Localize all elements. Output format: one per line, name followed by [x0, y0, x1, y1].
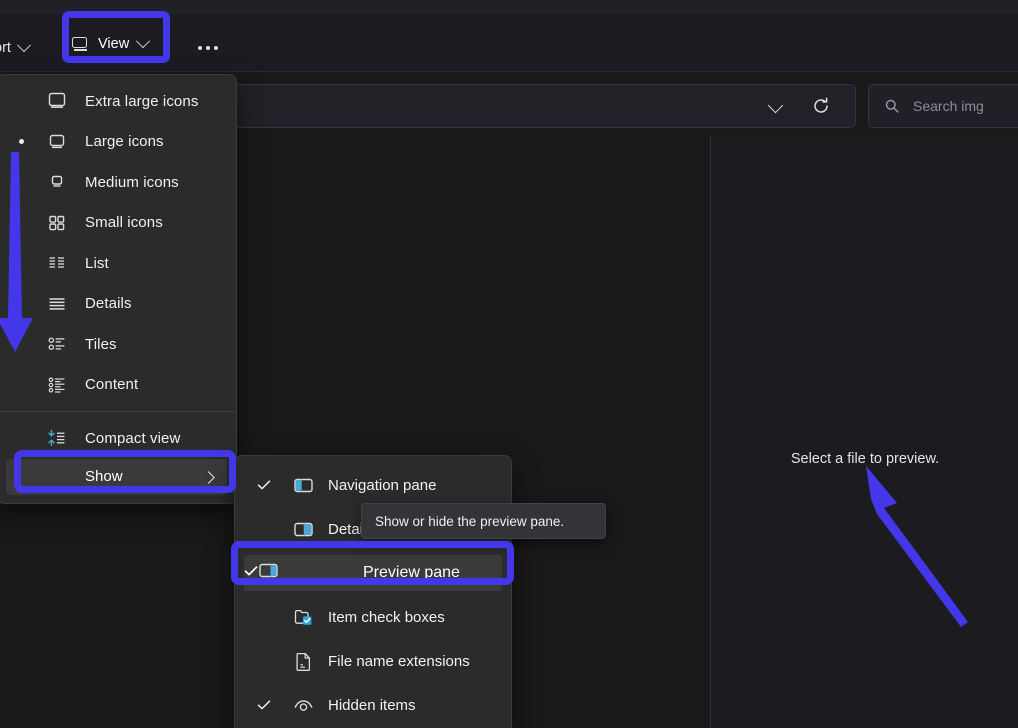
chevron-down-icon[interactable]: [768, 98, 784, 114]
preview-pane-icon: [258, 560, 279, 586]
selected-bullet-icon: [19, 139, 24, 144]
menu-item-compact-view[interactable]: Compact view: [0, 418, 236, 459]
menu-item-show[interactable]: Show: [6, 459, 227, 495]
menu-item-small-icons[interactable]: Small icons: [0, 203, 236, 244]
chevron-right-icon: [202, 471, 215, 484]
compact-view-icon: [47, 428, 67, 448]
search-box[interactable]: Search img: [868, 84, 1018, 128]
menu-item-label: List: [85, 255, 109, 272]
command-toolbar: ort View: [0, 14, 1018, 72]
chevron-down-icon: [136, 34, 150, 48]
file-name-extensions-icon: [293, 651, 314, 672]
check-icon: [244, 564, 258, 583]
medium-icons-icon: [47, 172, 67, 192]
view-dropdown-menu: Extra large icons Large icons Medium ico…: [0, 74, 237, 504]
hidden-items-icon: [293, 695, 314, 716]
menu-item-medium-icons[interactable]: Medium icons: [0, 162, 236, 203]
menu-item-tiles[interactable]: Tiles: [0, 324, 236, 365]
menu-item-label: Content: [85, 376, 138, 393]
see-more-button[interactable]: [198, 46, 218, 50]
title-bar: [0, 0, 1018, 14]
submenu-item-preview-pane[interactable]: Preview pane: [244, 555, 502, 591]
menu-item-large-icons[interactable]: Large icons: [0, 122, 236, 163]
list-icon: [47, 253, 67, 273]
menu-item-label: Large icons: [85, 133, 164, 150]
submenu-item-label: Item check boxes: [328, 609, 445, 626]
small-icons-icon: [47, 213, 67, 233]
menu-item-label: Extra large icons: [85, 93, 198, 110]
submenu-item-label: Preview pane: [363, 564, 460, 582]
preview-pane-message: Select a file to preview.: [711, 451, 1018, 467]
submenu-item-hidden-items[interactable]: Hidden items: [235, 683, 511, 727]
file-explorer-window: ort View: [0, 0, 1018, 728]
menu-item-extra-large-icons[interactable]: Extra large icons: [0, 81, 236, 122]
tooltip-text: Show or hide the preview pane.: [375, 514, 564, 529]
submenu-item-item-check-boxes[interactable]: Item check boxes: [235, 595, 511, 639]
menu-item-label: Small icons: [85, 214, 163, 231]
search-icon: [885, 99, 899, 113]
refresh-icon[interactable]: [812, 97, 830, 115]
menu-item-list[interactable]: List: [0, 243, 236, 284]
view-button-label: View: [98, 36, 129, 52]
item-check-boxes-icon: [293, 607, 314, 628]
tooltip: Show or hide the preview pane.: [361, 503, 606, 539]
check-icon: [257, 698, 271, 712]
details-pane-icon: [293, 519, 314, 540]
sort-button[interactable]: ort: [0, 40, 29, 56]
menu-item-label: Compact view: [85, 430, 180, 447]
menu-item-label: Tiles: [85, 336, 117, 353]
tiles-icon: [47, 334, 67, 354]
content-icon: [47, 375, 67, 395]
show-submenu: Navigation pane Details pane: [234, 455, 512, 728]
navigation-pane-icon: [293, 475, 314, 496]
chevron-down-icon: [17, 38, 31, 52]
menu-item-label: Medium icons: [85, 174, 179, 191]
menu-item-content[interactable]: Content: [0, 365, 236, 406]
check-icon: [257, 478, 271, 492]
menu-item-details[interactable]: Details: [0, 284, 236, 325]
submenu-item-label: File name extensions: [328, 653, 470, 670]
large-icons-icon: [47, 132, 67, 152]
submenu-item-label: Navigation pane: [328, 477, 436, 494]
menu-item-label: Show: [85, 468, 123, 485]
details-icon: [47, 294, 67, 314]
search-input-placeholder[interactable]: Search img: [913, 98, 984, 114]
extra-large-icons-icon: [47, 91, 67, 111]
dot-icon: [214, 46, 218, 50]
dot-icon: [206, 46, 210, 50]
sort-button-label: ort: [0, 40, 11, 56]
menu-item-label: Details: [85, 295, 132, 312]
preview-pane: Select a file to preview.: [710, 136, 1018, 728]
submenu-item-navigation-pane[interactable]: Navigation pane: [235, 463, 511, 507]
menu-divider: [0, 411, 236, 412]
submenu-item-label: Hidden items: [328, 697, 416, 714]
submenu-item-file-name-extensions[interactable]: File name extensions: [235, 639, 511, 683]
monitor-icon: [72, 37, 89, 51]
dot-icon: [198, 46, 202, 50]
view-button[interactable]: View: [72, 36, 148, 52]
